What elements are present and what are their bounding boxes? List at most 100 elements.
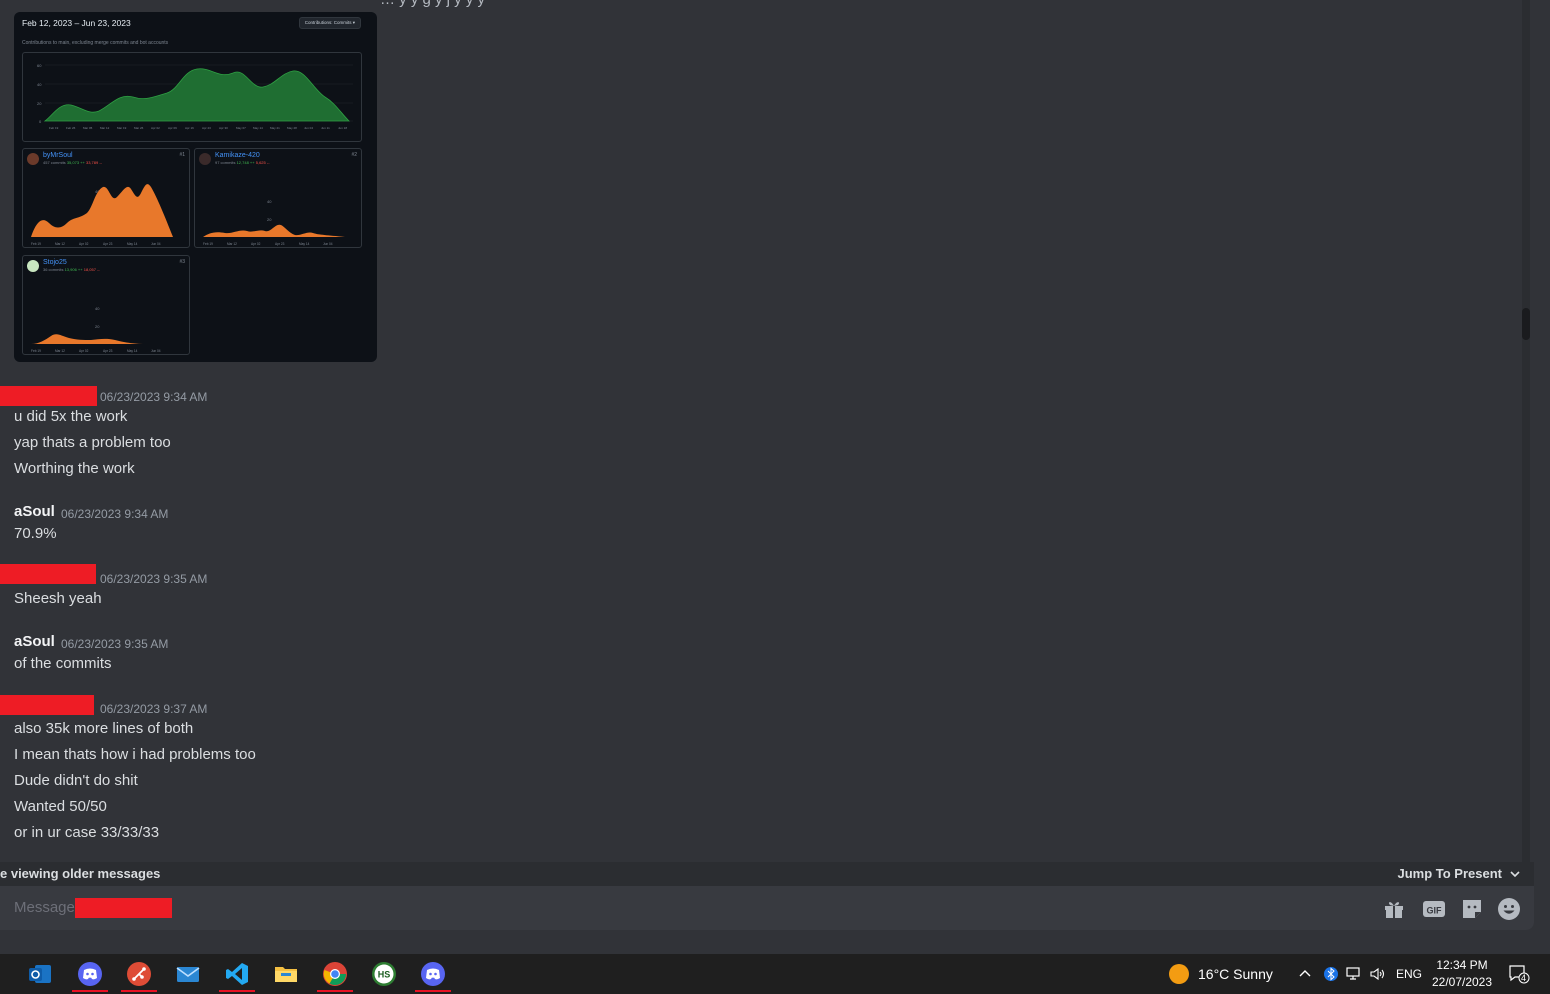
- chrome-icon[interactable]: [317, 956, 353, 992]
- contributor-chart: 40 20 Feb 19 Mar 12 Apr 02 Apr 23 May 14…: [203, 199, 345, 246]
- svg-text:May 21: May 21: [270, 126, 280, 130]
- svg-text:Mar 12: Mar 12: [55, 242, 65, 246]
- vscode-icon[interactable]: [219, 956, 255, 992]
- contributor-stats: 36 commits 13,906 ++ 18,057 --: [43, 267, 100, 272]
- show-hidden-icons-button[interactable]: [1298, 954, 1312, 994]
- chat-messages-area[interactable]: … y y g y j y y y Feb 12, 2023 – Jun 23: [0, 0, 1534, 862]
- message-text: u did 5x the work: [14, 408, 128, 425]
- cut-off-message-text: … y y g y j y y y: [380, 0, 485, 8]
- avatar: [27, 260, 39, 272]
- svg-text:May 14: May 14: [127, 242, 138, 246]
- svg-text:Mar 19: Mar 19: [117, 126, 127, 130]
- message-timestamp: 06/23/2023 9:35 AM: [100, 572, 208, 586]
- scrollbar-thumb[interactable]: [1522, 308, 1530, 340]
- redacted-channel-name: [75, 898, 172, 918]
- svg-text:Feb 19: Feb 19: [31, 242, 41, 246]
- svg-text:Feb 19: Feb 19: [49, 126, 59, 130]
- contributions-subtitle: Contributions to main, excluding merge c…: [22, 40, 169, 46]
- jump-to-present-label: Jump To Present: [1397, 866, 1502, 881]
- svg-text:May 14: May 14: [127, 349, 138, 353]
- message-author[interactable]: aSoul: [14, 633, 55, 650]
- svg-text:Mar 12: Mar 12: [55, 349, 65, 353]
- weather-widget[interactable]: 16°C Sunny: [1168, 954, 1273, 994]
- y-tick: 60: [37, 63, 42, 68]
- message-text: Sheesh yeah: [14, 590, 102, 607]
- contributor-chart: 40 20 Feb 19 Mar 12 Apr 02 Apr 23 May 14…: [31, 306, 161, 353]
- network-icon[interactable]: [1346, 954, 1362, 994]
- clock-date: 22/07/2023: [1431, 975, 1493, 989]
- sticker-icon[interactable]: [1460, 897, 1484, 921]
- svg-text:40: 40: [267, 199, 272, 204]
- message-timestamp: 06/23/2023 9:37 AM: [100, 702, 208, 716]
- contributor-card: Stojo25 36 commits 13,906 ++ 18,057 -- #…: [22, 255, 190, 355]
- svg-text:Jun 04: Jun 04: [323, 242, 333, 246]
- contributor-chart: 40 Feb 19 Mar 12 Apr 02 Apr 23 May 14 Ju…: [31, 184, 173, 246]
- contributor-name: Kamikaze-420: [215, 152, 260, 159]
- svg-text:May 14: May 14: [299, 242, 310, 246]
- contributor-rank: #2: [351, 152, 357, 158]
- svg-text:20: 20: [95, 324, 100, 329]
- redacted-username: [0, 564, 96, 584]
- message-text: 70.9%: [14, 525, 57, 542]
- svg-text:GIF: GIF: [1427, 906, 1443, 916]
- language-indicator[interactable]: ENG: [1396, 954, 1422, 994]
- overall-chart-svg: 60 40 20 0 Feb 19 Feb 26 Mar 05 Mar 12 M…: [37, 63, 353, 130]
- contributor-card: Kamikaze-420 97 commits 12,748 ++ 5,625 …: [194, 148, 362, 248]
- svg-text:Apr 02: Apr 02: [79, 242, 89, 246]
- avatar: [199, 153, 211, 165]
- svg-text:Jun 04: Jun 04: [304, 126, 313, 130]
- message-text: Wanted 50/50: [14, 798, 107, 815]
- message-text: Worthing the work: [14, 460, 135, 477]
- svg-text:Apr 23: Apr 23: [103, 349, 113, 353]
- older-messages-bar: e viewing older messages Jump To Present: [0, 862, 1534, 886]
- svg-text:20: 20: [267, 217, 272, 222]
- svg-text:Apr 02: Apr 02: [151, 126, 160, 130]
- message-composer[interactable]: Message GIF: [0, 886, 1534, 930]
- svg-text:Mar 26: Mar 26: [134, 126, 144, 130]
- app-bottom-padding: [0, 930, 1550, 954]
- svg-text:Jun 11: Jun 11: [321, 126, 330, 130]
- outlook-icon[interactable]: [22, 956, 58, 992]
- contributor-stats: 97 commits 12,748 ++ 5,625 --: [215, 160, 270, 165]
- image-attachment[interactable]: Feb 12, 2023 – Jun 23, 2023 Contribution…: [14, 12, 377, 362]
- redacted-username: [0, 695, 94, 715]
- svg-text:May 14: May 14: [253, 126, 263, 130]
- svg-text:Mar 12: Mar 12: [227, 242, 237, 246]
- svg-text:Apr 23: Apr 23: [103, 242, 113, 246]
- commits-area: [43, 68, 350, 122]
- notification-icon: [1509, 965, 1530, 984]
- clock[interactable]: 12:34 PM 22/07/2023: [1428, 954, 1496, 994]
- file-explorer-icon[interactable]: [268, 956, 304, 992]
- message-author[interactable]: aSoul: [14, 503, 55, 520]
- volume-icon[interactable]: [1370, 954, 1386, 994]
- message-input-placeholder[interactable]: Message: [14, 899, 75, 916]
- jump-to-present-button[interactable]: Jump To Present: [1397, 866, 1520, 881]
- message-timestamp: 06/23/2023 9:35 AM: [61, 637, 169, 651]
- notification-center-button[interactable]: 4: [1508, 954, 1530, 994]
- svg-text:Apr 23: Apr 23: [202, 126, 211, 130]
- bluetooth-icon[interactable]: [1324, 954, 1338, 994]
- scrollbar-track[interactable]: [1522, 0, 1530, 862]
- message-text: Dude didn't do shit: [14, 772, 138, 789]
- emoji-icon[interactable]: [1497, 897, 1521, 921]
- hs-icon[interactable]: HS: [366, 956, 402, 992]
- gif-icon[interactable]: GIF: [1422, 897, 1446, 921]
- mail-icon[interactable]: [170, 956, 206, 992]
- message-text: of the commits: [14, 655, 112, 672]
- overall-contributions-chart: 60 40 20 0 Feb 19 Feb 26 Mar 05 Mar 12 M…: [22, 52, 362, 142]
- svg-text:Apr 16: Apr 16: [185, 126, 194, 130]
- svg-text:May 07: May 07: [236, 126, 246, 130]
- gift-icon[interactable]: [1382, 897, 1406, 921]
- discord-icon-2[interactable]: [415, 956, 451, 992]
- x-ticks: Feb 19 Feb 26 Mar 05 Mar 12 Mar 19 Mar 2…: [49, 126, 347, 130]
- notification-count: 4: [1521, 973, 1527, 983]
- svg-text:Jun 18: Jun 18: [338, 126, 347, 130]
- svg-text:Mar 05: Mar 05: [83, 126, 93, 130]
- svg-text:Apr 09: Apr 09: [168, 126, 177, 130]
- svg-text:Jun 04: Jun 04: [151, 349, 161, 353]
- git-icon[interactable]: [121, 956, 157, 992]
- svg-text:Feb 19: Feb 19: [203, 242, 213, 246]
- contributor-rank: #1: [179, 152, 185, 158]
- y-tick: 20: [37, 101, 42, 106]
- discord-icon[interactable]: [72, 956, 108, 992]
